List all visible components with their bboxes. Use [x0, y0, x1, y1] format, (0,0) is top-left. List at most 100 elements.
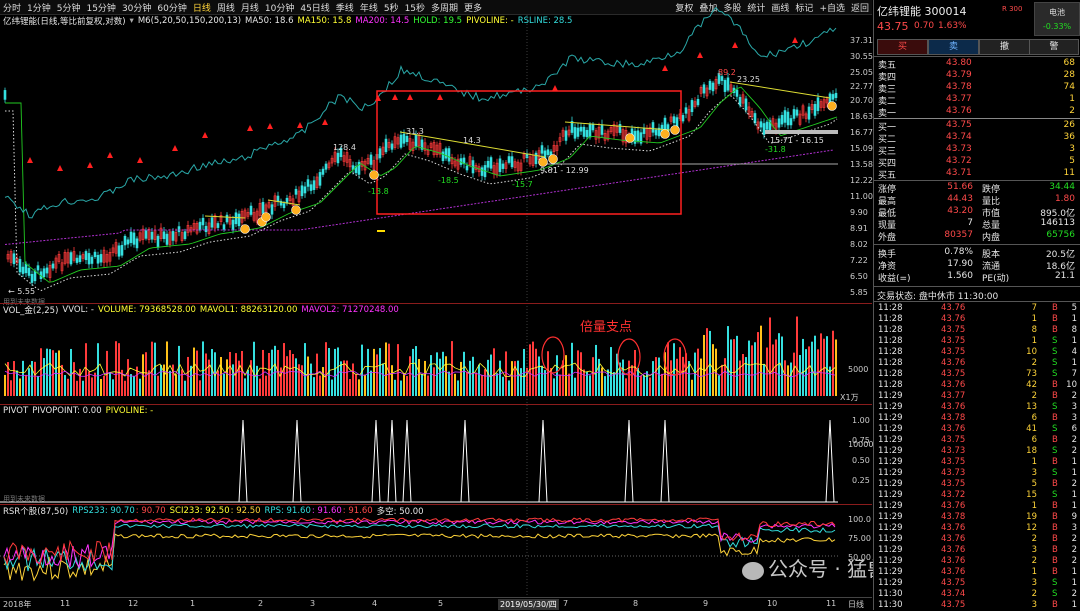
ask-price: 43.77 [946, 94, 972, 104]
tick-volume: 1 [1031, 501, 1037, 511]
candle-body [129, 231, 133, 243]
volume-bar [76, 380, 78, 396]
volume-bar [322, 367, 324, 396]
pivot-axis-label: 1.00 [852, 416, 870, 425]
tick-price: 43.75 [941, 457, 966, 467]
volume-bar [211, 349, 213, 396]
candle-body [69, 252, 73, 265]
candle-body [42, 268, 46, 278]
tick-price: 43.76 [941, 501, 966, 511]
rps-value-b: : 91.60 [311, 506, 342, 516]
pivot-spike [402, 419, 412, 503]
signal-triangle [202, 132, 208, 138]
volume-bar [91, 377, 93, 396]
stat-key: PE(动) [982, 274, 1010, 284]
tick-direction: B [1052, 501, 1058, 511]
volume-bar [547, 351, 549, 396]
signal-triangle [407, 94, 413, 100]
candle-body [117, 245, 121, 257]
tick-volume: 1 [1031, 336, 1037, 346]
range-bar [765, 130, 838, 134]
price-tick: 9.90 [850, 208, 868, 217]
tick-time: 11:28 [878, 347, 903, 357]
signal-triangle [697, 52, 703, 58]
hold-line [729, 81, 831, 99]
period-label[interactable]: 日线 [848, 599, 864, 610]
alert-button[interactable]: 警 [1029, 39, 1079, 55]
ask-row: 卖三 43.78 74 [874, 82, 1080, 95]
volume-bar [265, 375, 267, 396]
price-tick: 16.77 [850, 128, 873, 137]
tick-count: 2 [1071, 391, 1077, 401]
tick-count: 2 [1071, 446, 1077, 456]
volume-bar [196, 350, 198, 396]
tick-direction: B [1052, 479, 1058, 489]
bid-volume: 3 [1069, 144, 1075, 154]
candle-body [414, 134, 418, 147]
volume-bar [286, 356, 288, 396]
volume-bar [247, 369, 249, 396]
volume-bar [82, 380, 84, 396]
candle-body [807, 106, 811, 120]
tick-time: 11:29 [878, 490, 903, 500]
buy-button[interactable]: 买 [877, 39, 928, 55]
volume-bar [568, 373, 570, 396]
tick-count: 1 [1071, 468, 1077, 478]
volume-bar [85, 343, 87, 396]
tick-volume: 6 [1031, 435, 1037, 445]
volume-bar [706, 328, 708, 396]
volume-bar [382, 363, 384, 396]
candle-body [444, 148, 448, 159]
ask-price: 43.80 [946, 58, 972, 68]
tick-volume: 42 [1026, 380, 1037, 390]
candle-body [510, 156, 514, 168]
tick-volume: 3 [1031, 600, 1037, 610]
candle-body [663, 117, 667, 131]
chart-annotation: -31.8 [765, 145, 786, 154]
volume-bar [730, 339, 732, 396]
tick-count: 9 [1071, 512, 1077, 522]
candle-body [378, 148, 382, 159]
rps-value-c: : 91.60 [342, 506, 373, 516]
volume-bar [520, 368, 522, 396]
volume-bar [160, 364, 162, 396]
date-tick: 12 [128, 599, 139, 608]
tick-time: 11:29 [878, 545, 903, 555]
volume-bar [439, 358, 441, 396]
volume-bar [304, 343, 306, 396]
candle-body [777, 118, 781, 128]
ask-row: 卖一 43.76 2 [874, 106, 1080, 119]
tick-volume: 2 [1031, 534, 1037, 544]
candle-body [402, 133, 406, 144]
candle-body [831, 94, 835, 100]
tick-time: 11:29 [878, 501, 903, 511]
candle-body [201, 217, 205, 226]
candle-body [816, 97, 820, 111]
date-tick: 9 [703, 599, 709, 608]
volume-bar [31, 361, 33, 396]
candle-body [708, 80, 712, 90]
tick-time: 11:29 [878, 578, 903, 588]
volume-bar [340, 361, 342, 396]
tick-price: 43.75 [941, 347, 966, 357]
tick-direction: S [1052, 336, 1058, 346]
bid-row: 买四 43.72 5 [874, 156, 1080, 169]
tick-volume: 73 [1026, 369, 1037, 379]
volume-bar [181, 369, 183, 396]
pivot-coin-icon [625, 133, 635, 143]
volume-bar [241, 350, 243, 396]
sector-box[interactable]: 电池 -0.33% [1034, 2, 1080, 36]
sell-button[interactable]: 卖 [928, 39, 979, 55]
volume-bar [490, 354, 492, 396]
volume-bar [67, 378, 69, 396]
stat-row: 净资 17.90 流通 18.6亿 [874, 259, 1080, 272]
tick-time: 11:28 [878, 369, 903, 379]
signal-triangle [297, 122, 303, 128]
volume-bar [703, 334, 705, 396]
cancel-order-button[interactable]: 撤 [979, 39, 1030, 55]
tick-count: 2 [1071, 589, 1077, 599]
candle-body [681, 115, 685, 122]
pivot-spike [292, 419, 302, 503]
divider [874, 244, 1080, 245]
tick-time: 11:28 [878, 380, 903, 390]
